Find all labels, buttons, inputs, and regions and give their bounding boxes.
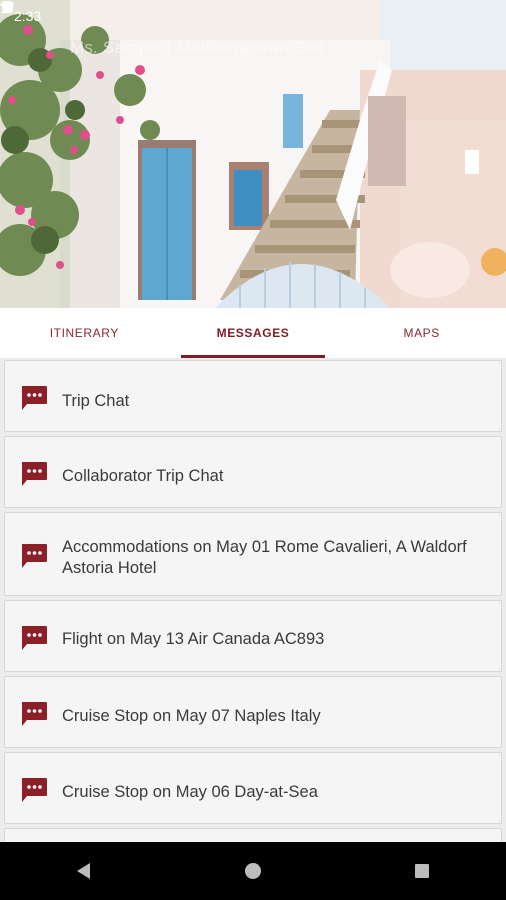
home-circle-icon [244,863,261,879]
chat-bubble-icon [22,544,47,568]
message-list: Trip Chat Collaborator Trip Chat Accommo… [0,358,506,842]
chat-bubble-icon [22,778,47,802]
message-thread-label: Cruise Stop on May 07 Naples Italy [62,707,321,725]
list-item[interactable]: Collaborator Trip Chat [4,436,502,508]
message-thread-label: Flight on May 13 Air Canada AC893 [62,630,325,648]
tab-itinerary[interactable]: ITINERARY [0,308,169,358]
trip-title: Ms. Sample | Mediterranean Sea [70,38,325,57]
hero-image: 2:33 Ms. Sample | Mediterranean Sea [0,0,506,308]
list-item[interactable]: Trip Chat [4,360,502,432]
chat-bubble-icon [22,462,47,486]
message-thread-label: Trip Chat [62,392,130,410]
tab-bar: ITINERARY MESSAGES MAPS [0,308,506,359]
list-item[interactable]: Accommodations on May 01 Rome Cavalieri,… [4,512,502,596]
recents-square-icon [414,864,429,878]
message-thread-label: Accommodations on May 01 Rome Cavalieri,… [62,538,467,577]
status-bar: 2:33 [0,0,506,32]
message-thread-label: Collaborator Trip Chat [62,467,224,485]
list-item[interactable]: Flight on May 13 Air Canada AC893 [4,600,502,672]
message-thread-label: Cruise Stop on May 06 Day-at-Sea [62,783,318,801]
back-triangle-icon [77,863,91,879]
clock: 2:33 [14,8,42,24]
back-button[interactable] [54,851,114,891]
recents-button[interactable] [392,851,452,891]
home-button[interactable] [223,851,283,891]
chat-bubble-icon [22,386,47,410]
tab-messages[interactable]: MESSAGES [169,308,338,358]
chat-bubble-icon [22,702,47,726]
list-item[interactable]: Cruise Stop on May 06 Day-at-Sea [4,752,502,824]
system-navigation-bar [0,842,506,900]
list-item[interactable] [4,828,502,842]
chat-bubble-icon [22,626,47,650]
battery-icon [4,1,10,13]
list-item[interactable]: Cruise Stop on May 07 Naples Italy [4,676,502,748]
tab-maps[interactable]: MAPS [337,308,506,358]
